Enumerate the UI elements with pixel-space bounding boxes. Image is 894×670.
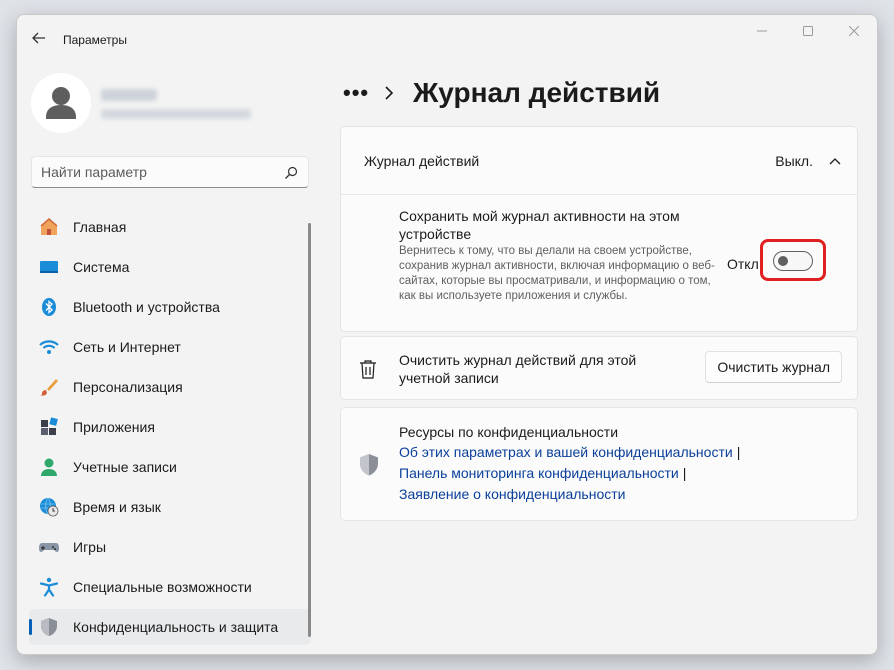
privacy-link-about: Об этих параметрах и вашей конфиденциаль…: [399, 444, 740, 465]
privacy-link-statement-text[interactable]: Заявление о конфиденциальности: [399, 486, 625, 502]
store-activity-setting: Сохранить мой журнал активности на этом …: [341, 195, 857, 331]
sidebar-item-label: Сеть и Интернет: [73, 339, 181, 355]
app-title: Параметры: [63, 33, 127, 47]
privacy-link-statement: Заявление о конфиденциальности: [399, 486, 740, 507]
privacy-link-about-text[interactable]: Об этих параметрах и вашей конфиденциаль…: [399, 444, 733, 460]
accessibility-icon: [39, 577, 59, 597]
privacy-resources-card: Ресурсы по конфиденциальности Об этих па…: [340, 407, 858, 521]
sidebar-item-network[interactable]: Сеть и Интернет: [29, 329, 311, 365]
home-icon: [39, 217, 59, 237]
close-button[interactable]: [831, 15, 877, 47]
privacy-links: Об этих параметрах и вашей конфиденциаль…: [399, 444, 740, 507]
sidebar-item-privacy[interactable]: Конфиденциальность и защита: [29, 609, 311, 645]
wifi-icon: [39, 337, 59, 357]
search-input[interactable]: [41, 157, 271, 187]
clear-history-text: Очистить журнал действий для этой учетно…: [399, 352, 637, 386]
user-avatar-icon: [46, 87, 76, 119]
avatar[interactable]: [31, 73, 91, 133]
settings-window: Параметры Главная: [16, 14, 878, 655]
apps-icon: [39, 417, 59, 437]
sidebar-item-label: Учетные записи: [73, 459, 177, 475]
clear-history-button[interactable]: Очистить журнал: [705, 351, 842, 383]
sidebar-item-label: Главная: [73, 219, 127, 235]
clear-history-row: Очистить журнал действий для этой учетно…: [341, 337, 857, 399]
clear-history-card: Очистить журнал действий для этой учетно…: [340, 336, 858, 400]
sidebar-item-label: Игры: [73, 539, 107, 555]
privacy-resources-title: Ресурсы по конфиденциальности: [399, 424, 619, 440]
sidebar-item-label: Время и язык: [73, 499, 161, 515]
profile-email: [101, 109, 251, 119]
sidebar-item-personalization[interactable]: Персонализация: [29, 369, 311, 405]
link-separator: |: [736, 444, 741, 460]
activity-history-card: Журнал действий Выкл. Сохранить мой журн…: [340, 126, 858, 332]
sidebar-item-label: Специальные возможности: [73, 579, 252, 595]
gamepad-icon: [39, 537, 59, 557]
bluetooth-icon: [39, 297, 59, 317]
profile-name: [101, 89, 157, 101]
shield-icon: [360, 454, 378, 476]
toggle-state-label: Откл.: [727, 256, 763, 272]
close-icon: [849, 26, 859, 36]
privacy-resources-row: Ресурсы по конфиденциальности Об этих па…: [341, 408, 857, 520]
chevron-right-icon: [375, 86, 403, 100]
page-title: Журнал действий: [413, 77, 661, 108]
sidebar-item-label: Конфиденциальность и защита: [73, 619, 279, 635]
sidebar-item-label: Персонализация: [73, 379, 183, 395]
setting-title: Сохранить мой журнал активности на этом …: [399, 208, 680, 242]
privacy-link-dashboard-text[interactable]: Панель мониторинга конфиденциальности: [399, 465, 679, 481]
breadcrumb: ••• Журнал действий: [343, 73, 660, 113]
shield-icon: [39, 617, 59, 637]
sidebar-item-apps[interactable]: Приложения: [29, 409, 311, 445]
user-icon: [39, 457, 59, 477]
section-status: Выкл.: [775, 153, 813, 169]
back-arrow-icon: [32, 32, 45, 44]
globe-clock-icon: [39, 497, 59, 517]
sidebar-nav: Главная Система Bluetooth и устройства С…: [29, 209, 311, 649]
sidebar-item-label: Система: [73, 259, 130, 275]
store-activity-toggle[interactable]: [773, 251, 813, 271]
toggle-knob: [778, 256, 788, 266]
title-bar: Параметры: [17, 15, 877, 61]
activity-history-header[interactable]: Журнал действий Выкл.: [341, 127, 857, 195]
setting-description: Вернитесь к тому, что вы делали на своем…: [399, 245, 715, 302]
minimize-button[interactable]: [739, 15, 785, 47]
search-icon[interactable]: [284, 166, 298, 180]
link-separator: |: [682, 465, 687, 481]
search-box[interactable]: [31, 156, 309, 188]
maximize-icon: [803, 26, 813, 36]
breadcrumb-more-button[interactable]: •••: [343, 80, 375, 106]
brush-icon: [39, 377, 59, 397]
sidebar-item-time-language[interactable]: Время и язык: [29, 489, 311, 525]
sidebar-scrollbar[interactable]: [308, 223, 311, 637]
window-controls: [739, 15, 877, 47]
maximize-button[interactable]: [785, 15, 831, 47]
sidebar-item-accounts[interactable]: Учетные записи: [29, 449, 311, 485]
chevron-up-icon[interactable]: [827, 153, 843, 169]
sidebar-item-label: Bluetooth и устройства: [73, 299, 220, 315]
privacy-link-dashboard: Панель мониторинга конфиденциальности |: [399, 465, 740, 486]
sidebar-item-accessibility[interactable]: Специальные возможности: [29, 569, 311, 605]
section-title: Журнал действий: [364, 153, 480, 169]
sidebar-item-system[interactable]: Система: [29, 249, 311, 285]
monitor-icon: [39, 257, 59, 277]
trash-icon: [360, 360, 376, 379]
sidebar-item-gaming[interactable]: Игры: [29, 529, 311, 565]
back-button[interactable]: [27, 26, 51, 50]
sidebar-item-home[interactable]: Главная: [29, 209, 311, 245]
sidebar-item-bluetooth[interactable]: Bluetooth и устройства: [29, 289, 311, 325]
minimize-icon: [757, 30, 767, 32]
sidebar-item-label: Приложения: [73, 419, 155, 435]
